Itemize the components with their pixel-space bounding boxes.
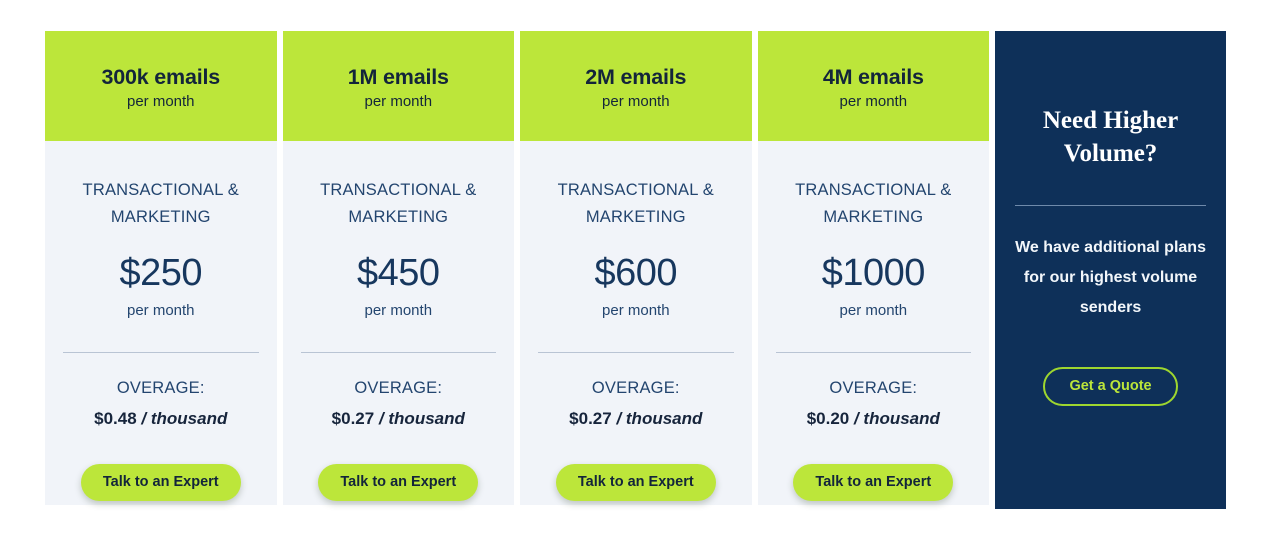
plan-header: 4M emails per month (757, 31, 990, 141)
plan-header: 300k emails per month (45, 31, 277, 141)
plan-volume: 300k emails (101, 64, 221, 89)
overage-price: $0.20 (806, 408, 850, 428)
overage-value: $0.27 / thousand (569, 409, 702, 429)
plan-header-period: per month (839, 93, 908, 111)
plan-body: TRANSACTIONAL & MARKETING $250 per month… (45, 141, 277, 505)
plan-price-period: per month (839, 301, 908, 319)
overage-price: $0.27 (331, 408, 375, 428)
talk-to-expert-button[interactable]: Talk to an Expert (80, 463, 241, 502)
plan-card: 4M emails per month TRANSACTIONAL & MARK… (757, 31, 990, 505)
plan-type: TRANSACTIONAL & MARKETING (320, 181, 477, 227)
pricing-plans-section: 300k emails per month TRANSACTIONAL & MA… (45, 31, 1227, 509)
overage-value: $0.27 / thousand (332, 409, 465, 429)
plan-body: TRANSACTIONAL & MARKETING $450 per month… (283, 141, 515, 505)
plan-price: $600 (594, 251, 678, 294)
plan-volume: 4M emails (822, 64, 924, 89)
plan-header: 1M emails per month (282, 31, 515, 141)
overage-label: OVERAGE: (354, 378, 443, 397)
plan-divider (775, 351, 972, 353)
plan-header-period: per month (364, 93, 433, 111)
plan-body: TRANSACTIONAL & MARKETING $600 per month… (520, 141, 752, 505)
upsell-divider (1015, 204, 1207, 206)
upsell-title: Need Higher Volume? (1042, 107, 1179, 168)
plan-header-period: per month (126, 93, 195, 111)
plan-volume: 2M emails (585, 64, 687, 89)
plan-divider (63, 351, 259, 353)
overage-unit: / thousand (378, 408, 465, 428)
plan-type: TRANSACTIONAL & MARKETING (82, 181, 239, 227)
overage-value: $0.48 / thousand (94, 409, 227, 429)
plan-price-period: per month (602, 301, 670, 319)
plan-header: 2M emails per month (520, 31, 752, 141)
upsell-body-text: We have additional plans for our highest… (1015, 238, 1206, 316)
higher-volume-panel: Need Higher Volume? We have additional p… (995, 31, 1227, 509)
plan-card: 300k emails per month TRANSACTIONAL & MA… (45, 31, 277, 505)
overage-value: $0.20 / thousand (807, 409, 940, 429)
plan-volume: 1M emails (347, 64, 449, 89)
talk-to-expert-button[interactable]: Talk to an Expert (555, 463, 716, 502)
plan-type: TRANSACTIONAL & MARKETING (557, 181, 714, 227)
plan-price: $1000 (821, 251, 926, 294)
overage-price: $0.48 (94, 408, 137, 428)
plan-type: TRANSACTIONAL & MARKETING (795, 181, 952, 227)
overage-unit: / thousand (141, 408, 228, 428)
plan-header-period: per month (602, 93, 670, 111)
plan-price-period: per month (126, 301, 195, 319)
talk-to-expert-button[interactable]: Talk to an Expert (793, 463, 954, 502)
overage-unit: / thousand (853, 408, 940, 428)
overage-unit: / thousand (616, 408, 703, 428)
plan-divider (538, 351, 734, 353)
plan-price-period: per month (364, 301, 433, 319)
overage-label: OVERAGE: (591, 378, 680, 397)
plan-card: 1M emails per month TRANSACTIONAL & MARK… (282, 31, 515, 505)
overage-label: OVERAGE: (829, 378, 918, 397)
overage-price: $0.27 (569, 408, 612, 428)
plan-divider (300, 351, 497, 353)
talk-to-expert-button[interactable]: Talk to an Expert (318, 463, 479, 502)
get-a-quote-button[interactable]: Get a Quote (1043, 366, 1178, 407)
plan-card: 2M emails per month TRANSACTIONAL & MARK… (520, 31, 752, 505)
plan-price: $250 (119, 251, 203, 294)
overage-label: OVERAGE: (116, 378, 205, 397)
plan-price: $450 (357, 251, 440, 294)
plan-body: TRANSACTIONAL & MARKETING $1000 per mont… (758, 141, 990, 505)
